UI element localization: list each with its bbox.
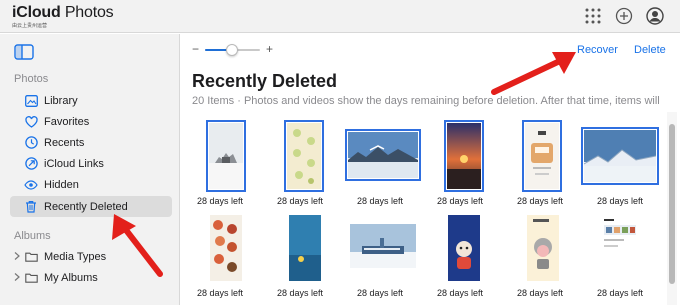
photo-thumbnail[interactable] (527, 215, 559, 281)
days-left-label: 28 days left (276, 196, 324, 206)
photo-thumbnail[interactable] (522, 120, 562, 192)
photo-thumbnail[interactable] (284, 120, 324, 192)
sidebar-item-hidden[interactable]: Hidden (10, 174, 172, 195)
eye-slash-icon (24, 178, 38, 192)
account-icon[interactable] (646, 7, 664, 25)
sidebar-toggle-icon[interactable] (14, 44, 34, 60)
photos-section-heading: Photos (14, 73, 49, 85)
library-icon (24, 94, 38, 108)
days-left-label: 28 days left (516, 288, 564, 298)
page-subtitle: 20 Items · Photos and videos show the da… (192, 95, 662, 107)
sidebar-item-recents[interactable]: Recents (10, 132, 172, 153)
annotation-arrow-icon (112, 214, 163, 277)
folder-icon (24, 271, 38, 285)
photo-thumbnail[interactable] (602, 215, 638, 255)
sidebar-item-label: Hidden (44, 178, 79, 191)
days-left-label: 28 days left (596, 288, 644, 298)
photo-thumbnail[interactable] (210, 215, 242, 281)
sidebar-item-label: iCloud Links (44, 157, 104, 170)
app-title[interactable]: iCloud Photos (12, 4, 114, 22)
trash-icon (24, 200, 38, 214)
folder-icon (24, 250, 38, 264)
zoom-slider-knob[interactable] (226, 44, 238, 56)
operator-note: 由云上贵州运营 (12, 23, 48, 29)
photo-thumbnail[interactable] (345, 129, 421, 181)
days-left-label: 28 days left (596, 196, 644, 206)
photo-grid: 28 days left 28 days left 28 days left 2… (180, 112, 666, 305)
days-left-label: 28 days left (196, 196, 244, 206)
zoom-in-button[interactable]: + (266, 42, 273, 56)
days-left-label: 28 days left (356, 288, 404, 298)
clock-icon (24, 136, 38, 150)
link-icon (24, 157, 38, 171)
sidebar-item-label: Library (44, 94, 78, 107)
chevron-right-icon[interactable] (13, 272, 21, 282)
heart-icon (24, 115, 38, 129)
days-left-label: 28 days left (436, 288, 484, 298)
photo-thumbnail[interactable] (581, 127, 659, 185)
chevron-right-icon[interactable] (13, 251, 21, 261)
photo-thumbnail[interactable] (448, 215, 480, 281)
days-left-label: 28 days left (436, 196, 484, 206)
days-left-label: 28 days left (276, 288, 324, 298)
sidebar-item-favorites[interactable]: Favorites (10, 111, 172, 132)
sidebar-item-label: Favorites (44, 115, 90, 128)
annotation-arrow-icon (491, 52, 576, 95)
top-bar: iCloud Photos 由云上贵州运营 (0, 0, 680, 33)
zoom-out-button[interactable]: − (192, 42, 199, 56)
photo-thumbnail[interactable] (350, 224, 416, 268)
days-left-label: 28 days left (356, 196, 404, 206)
sidebar-item-label: Recents (44, 136, 85, 149)
app-grid-icon[interactable] (584, 7, 602, 25)
sidebar-item-label: Media Types (44, 250, 107, 263)
photo-thumbnail[interactable] (444, 120, 484, 192)
days-left-label: 28 days left (516, 196, 564, 206)
days-left-label: 28 days left (196, 288, 244, 298)
photo-thumbnail[interactable] (206, 120, 246, 192)
sidebar-item-icloud-links[interactable]: iCloud Links (10, 153, 172, 174)
scrollbar-thumb[interactable] (669, 124, 675, 284)
page-title: Recently Deleted (192, 71, 338, 91)
albums-section-heading: Albums (14, 230, 51, 242)
delete-button[interactable]: Delete (634, 44, 666, 56)
photo-thumbnail[interactable] (289, 215, 321, 281)
sidebar-item-label: My Albums (44, 271, 98, 284)
add-icon[interactable] (615, 7, 633, 25)
sidebar-item-library[interactable]: Library (10, 90, 172, 111)
